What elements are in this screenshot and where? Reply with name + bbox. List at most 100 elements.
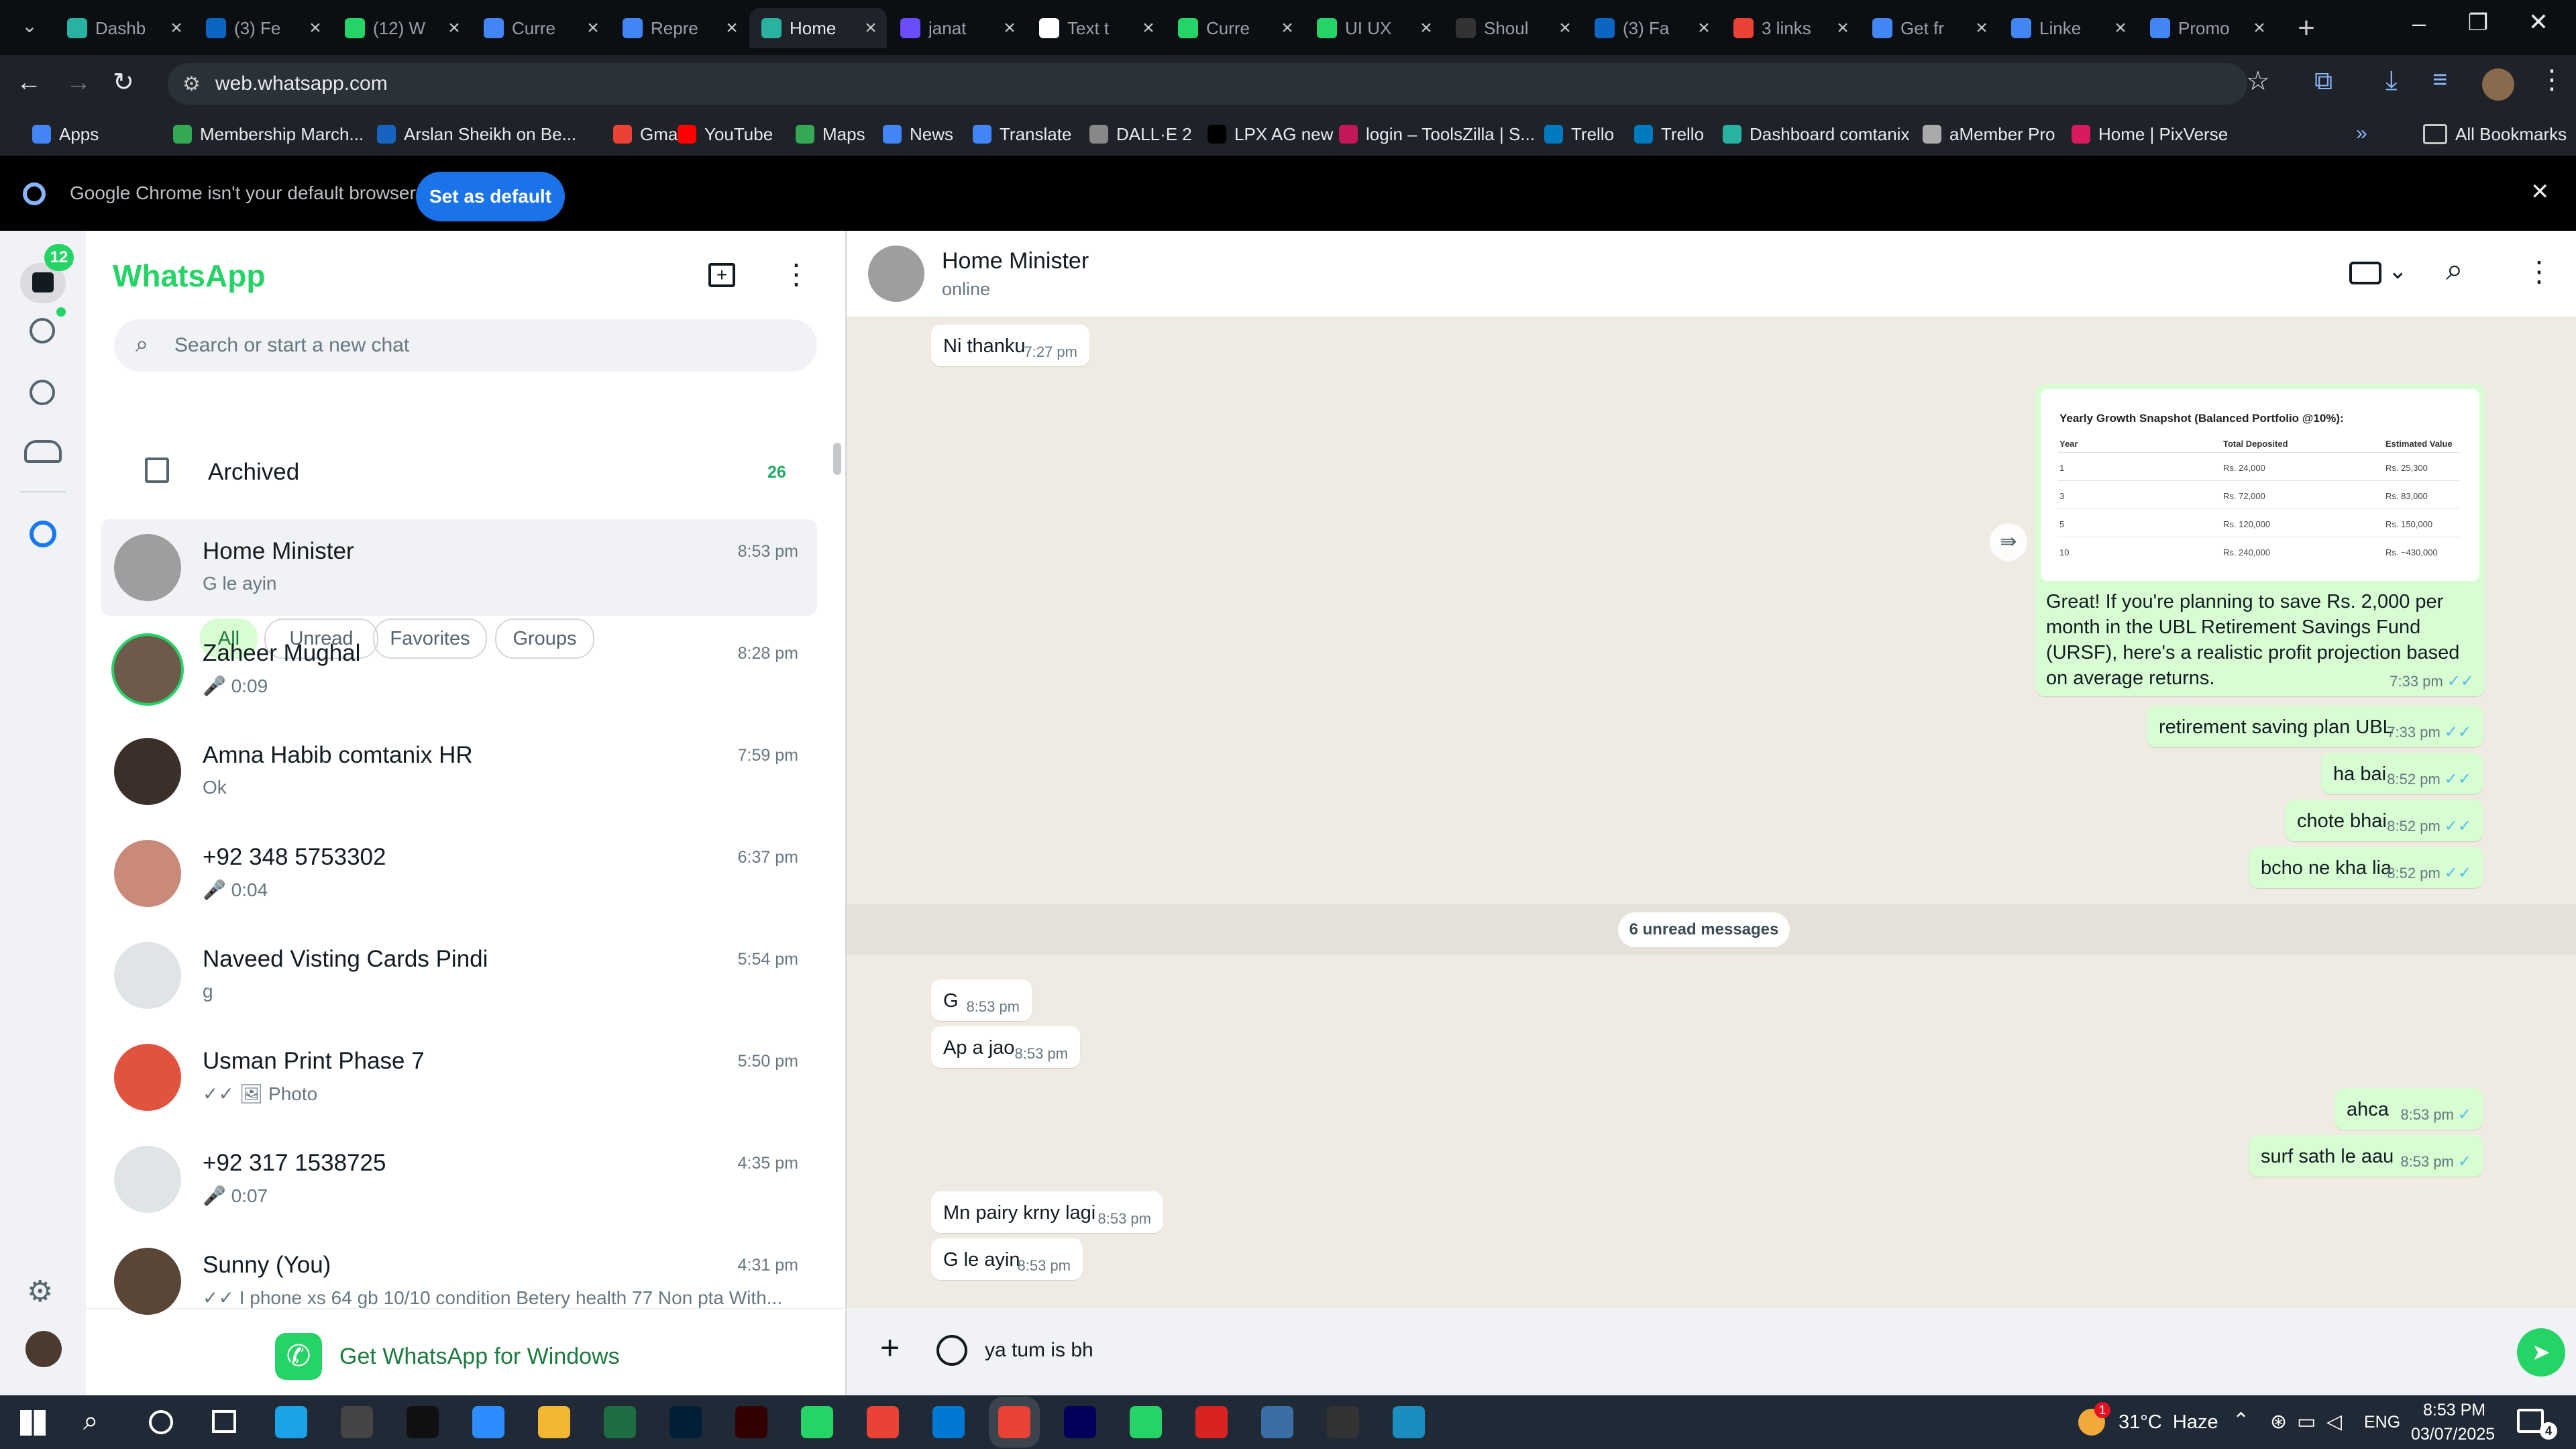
taskbar-pen-icon[interactable] xyxy=(341,1406,373,1438)
chat-list-scrollbar[interactable] xyxy=(833,443,841,475)
new-chat-icon[interactable]: + xyxy=(708,263,735,287)
wifi-icon[interactable]: ▭ xyxy=(2297,1410,2316,1434)
chat-list-item[interactable]: Amna Habib comtanix HR Ok 7:59 pm xyxy=(101,723,817,820)
chat-list-item[interactable]: Naveed Visting Cards Pindi g 5:54 pm xyxy=(101,927,817,1024)
forward-icon[interactable]: ⇛ xyxy=(1990,523,2027,561)
browser-tab[interactable]: Get fr × xyxy=(1860,8,1998,48)
reload-icon[interactable]: ↻ xyxy=(113,67,134,97)
chat-list-item[interactable]: +92 348 5753302 🎤 0:04 6:37 pm xyxy=(101,825,817,922)
download-icon[interactable]: ⤓ xyxy=(2385,66,2398,96)
search-chat-icon[interactable]: ⌕ xyxy=(2446,251,2463,288)
chat-list-item[interactable]: Sunny (You) ✓✓ I phone xs 64 gb 10/10 con… xyxy=(101,1233,817,1330)
new-tab-button[interactable]: + xyxy=(2289,11,2324,46)
taskbar-explorer-icon[interactable] xyxy=(538,1406,570,1438)
chevron-down-icon[interactable]: ⌄ xyxy=(2388,258,2408,284)
archived-row[interactable]: Archived 26 xyxy=(86,445,844,499)
bookmark-item[interactable]: Arslan Sheikh on Be... xyxy=(377,122,576,146)
menu-icon[interactable]: ⋮ xyxy=(782,258,810,290)
tab-close-icon[interactable]: × xyxy=(1138,17,1159,40)
sticker-icon[interactable] xyxy=(936,1335,967,1366)
browser-tab[interactable]: Home × xyxy=(749,8,887,48)
chat-menu-icon[interactable]: ⋮ xyxy=(2525,255,2553,288)
weather-text[interactable]: 31°C Haze xyxy=(2118,1411,2218,1434)
outgoing-message[interactable]: ha bai 8:52 pm ✓✓ xyxy=(2321,753,2483,794)
taskbar-acrobat-icon[interactable] xyxy=(1195,1406,1228,1438)
outgoing-message[interactable]: bcho ne kha lia 8:52 pm ✓✓ xyxy=(2249,847,2483,888)
restore-button[interactable]: ❐ xyxy=(2458,9,2498,46)
infobar-close-icon[interactable]: ✕ xyxy=(2530,178,2550,205)
network-icon[interactable]: ⊛ xyxy=(2270,1410,2287,1434)
tab-close-icon[interactable]: × xyxy=(582,17,604,40)
chat-list-item[interactable]: Home Minister G le ayin 8:53 pm xyxy=(101,519,817,616)
tray-chevron-icon[interactable]: ⌃ xyxy=(2233,1409,2249,1432)
status-nav-icon[interactable] xyxy=(30,318,55,343)
search-box[interactable]: ⌕ Search or start a new chat xyxy=(114,319,817,372)
incoming-message[interactable]: G le ayin 8:53 pm xyxy=(931,1238,1083,1280)
taskbar-phone-icon[interactable] xyxy=(801,1406,833,1438)
bookmark-item[interactable]: aMember Pro xyxy=(1923,122,2055,146)
settings-icon[interactable]: ⚙ xyxy=(27,1275,53,1309)
tab-close-icon[interactable]: × xyxy=(860,17,881,40)
taskbar-calculator-icon[interactable] xyxy=(1261,1406,1293,1438)
start-icon[interactable] xyxy=(20,1410,46,1436)
bookmark-item[interactable]: Maps xyxy=(796,122,865,146)
clock-time[interactable]: 8:53 PM xyxy=(2423,1401,2485,1420)
bookmark-item[interactable]: Home | PixVerse xyxy=(2072,122,2228,146)
address-bar[interactable]: ⚙ web.whatsapp.com xyxy=(168,63,2247,105)
message-input[interactable]: ya tum is bh xyxy=(985,1339,2394,1362)
send-button[interactable]: ➤ xyxy=(2517,1328,2565,1377)
browser-tab[interactable]: Shoul × xyxy=(1444,8,1581,48)
tab-close-icon[interactable]: × xyxy=(166,17,187,40)
taskbar-app-icon[interactable] xyxy=(1393,1406,1425,1438)
media-control-icon[interactable]: ≡ xyxy=(2432,66,2447,95)
close-window-button[interactable]: ✕ xyxy=(2518,8,2559,44)
bookmark-item[interactable]: News xyxy=(883,122,953,146)
taskbar-phone2-icon[interactable] xyxy=(1130,1406,1162,1438)
tab-close-icon[interactable]: × xyxy=(721,17,743,40)
browser-tab[interactable]: Curre × xyxy=(1166,8,1303,48)
outgoing-message[interactable]: retirement saving plan UBL 7:33 pm ✓✓ xyxy=(2147,706,2483,747)
incoming-message[interactable]: Ni thanku 7:27 pm xyxy=(931,325,1089,366)
incoming-message[interactable]: G 8:53 pm xyxy=(931,979,1032,1021)
tab-close-icon[interactable]: × xyxy=(999,17,1020,40)
contact-name[interactable]: Home Minister xyxy=(942,248,1089,274)
clock-date[interactable]: 03/07/2025 xyxy=(2411,1425,2495,1444)
tab-close-icon[interactable]: × xyxy=(2249,17,2270,40)
chat-list-item[interactable]: Zaheer Mughal 🎤 0:09 8:28 pm xyxy=(101,621,817,718)
chat-list-item[interactable]: +92 317 1538725 🎤 0:07 4:35 pm xyxy=(101,1131,817,1228)
tab-close-icon[interactable]: × xyxy=(2110,17,2131,40)
bookmark-item[interactable]: login – ToolsZilla | S... xyxy=(1339,122,1535,146)
video-call-icon[interactable] xyxy=(2349,262,2381,284)
taskbar-media-icon[interactable] xyxy=(1327,1406,1359,1438)
bookmark-item[interactable]: Trello xyxy=(1544,122,1614,146)
communities-nav-icon[interactable] xyxy=(24,440,62,463)
outgoing-message[interactable]: surf sath le aau 8:53 pm ✓ xyxy=(2249,1135,2483,1177)
browser-tab[interactable]: Repre × xyxy=(610,8,748,48)
attach-icon[interactable]: + xyxy=(880,1328,900,1367)
taskbar-search-icon[interactable]: ⌕ xyxy=(83,1406,98,1436)
bookmark-item[interactable]: Trello xyxy=(1634,122,1704,146)
taskbar-chrome-active-icon[interactable] xyxy=(998,1406,1030,1438)
browser-tab[interactable]: Linke × xyxy=(1999,8,2137,48)
bookmark-item[interactable]: Gmail xyxy=(613,122,686,146)
bookmark-item[interactable]: Membership March... xyxy=(173,122,364,146)
bookmark-item[interactable]: Apps xyxy=(32,122,99,146)
minimize-button[interactable]: – xyxy=(2399,9,2439,46)
volume-icon[interactable]: ◁ xyxy=(2326,1410,2342,1434)
all-bookmarks[interactable]: All Bookmarks xyxy=(2423,122,2567,146)
tab-close-icon[interactable]: × xyxy=(1415,17,1437,40)
image-message-bubble[interactable]: Yearly Growth Snapshot (Balanced Portfol… xyxy=(2035,384,2485,696)
taskbar-illustrator-icon[interactable] xyxy=(735,1406,767,1438)
bookmark-item[interactable]: Translate xyxy=(973,122,1071,146)
meta-ai-icon[interactable] xyxy=(30,521,56,547)
browser-tab[interactable]: (3) Fe × xyxy=(194,8,331,48)
tab-close-icon[interactable]: × xyxy=(443,17,465,40)
profile-avatar[interactable] xyxy=(2482,68,2514,101)
extensions-icon[interactable]: ⧉ xyxy=(2314,67,2332,96)
language-indicator[interactable]: ENG xyxy=(2364,1413,2400,1432)
chat-list-item[interactable]: Usman Print Phase 7 ✓✓ 🖼 Photo 5:50 pm xyxy=(101,1029,817,1126)
tab-close-icon[interactable]: × xyxy=(305,17,326,40)
back-icon[interactable]: ← xyxy=(16,68,42,97)
table-image[interactable]: Yearly Growth Snapshot (Balanced Portfol… xyxy=(2041,389,2479,581)
more-bookmarks-icon[interactable]: » xyxy=(2356,122,2367,145)
